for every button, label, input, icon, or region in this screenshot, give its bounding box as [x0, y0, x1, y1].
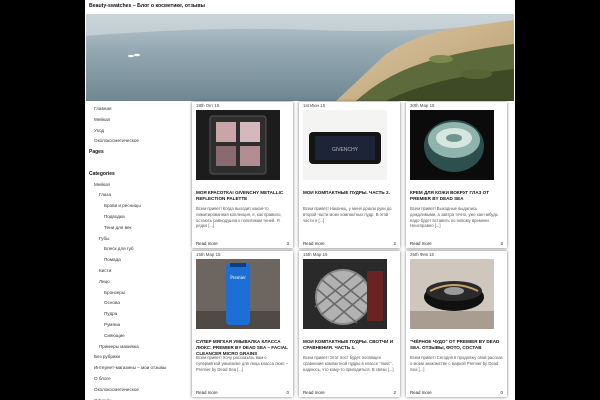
sidebar-link[interactable]: Офлайн: [89, 396, 189, 400]
sidebar-link[interactable]: Без рубрики: [89, 352, 189, 363]
comment-count: 0: [286, 390, 289, 395]
sidebar-link[interactable]: Околокосметическое: [89, 385, 189, 396]
sidebar-heading: Pages: [89, 149, 104, 156]
post-excerpt: Всем привет! Наконец, у меня дошли руки …: [303, 206, 392, 223]
post-excerpt: Всем привет! Этот пост будет посвящен ср…: [303, 355, 394, 372]
read-more-link[interactable]: Read more: [303, 390, 325, 395]
svg-text:Premier: Premier: [230, 276, 246, 281]
sidebar-link[interactable]: Основа: [89, 298, 189, 309]
sidebar-link[interactable]: Румяна: [89, 320, 189, 331]
post-card: 18th Окт 15 Моя красотка! Givenchy Metall…: [192, 102, 293, 248]
sidebar-link[interactable]: [89, 158, 189, 169]
sidebar-link[interactable]: Мейкап: [89, 115, 189, 126]
comment-count: 2: [393, 241, 396, 246]
page: Beauty-swatches – Блог о косметике, отзы…: [85, 0, 515, 400]
post-card: 15th Мар 15 Premier Супер мягкая умывалка …: [192, 251, 293, 397]
post-date: 30th Мар 15: [410, 103, 435, 108]
post-thumbnail-image[interactable]: Premier: [196, 259, 280, 329]
sidebar-link[interactable]: Околокосметическое: [89, 136, 189, 147]
post-excerpt: Всем привет! Хочу рассказать вам о супер…: [196, 355, 289, 372]
read-more-link[interactable]: Read more: [196, 241, 218, 246]
post-thumbnail-image[interactable]: [410, 259, 494, 329]
header-banner-image: [86, 14, 514, 101]
comment-count: 2: [393, 390, 396, 395]
sidebar-link[interactable]: Лицо: [89, 277, 189, 288]
comment-count: 3: [500, 241, 503, 246]
post-excerpt: Всем привет! Сегодня в продолжу свой рас…: [410, 355, 503, 372]
sidebar-link[interactable]: О блоге: [89, 374, 189, 385]
post-title-link[interactable]: Мои компактные пудры. Свотчи и сравнения…: [303, 339, 397, 351]
sidebar-link[interactable]: Подводка: [89, 212, 189, 223]
post-thumbnail-image[interactable]: GIVENCHY: [303, 110, 387, 180]
sidebar-heading: Categories: [89, 170, 115, 177]
sidebar-link[interactable]: Мейкап: [89, 180, 189, 191]
svg-text:GIVENCHY: GIVENCHY: [332, 147, 359, 153]
sidebar-link[interactable]: Сияющие: [89, 331, 189, 342]
sidebar-link[interactable]: Бронзеры: [89, 288, 189, 299]
sidebar-link[interactable]: Примеры макияжа: [89, 342, 189, 353]
sidebar-link[interactable]: Губы: [89, 234, 189, 245]
post-title-link[interactable]: Моя красотка! Givenchy Metallic Reflecti…: [196, 190, 290, 202]
post-card: 25th Фев 15 "Чёрное чудо" от Premier by D…: [406, 251, 507, 397]
post-excerpt: Всем привет! Выходные выдались дождливым…: [410, 206, 498, 229]
post-date: 15th Мар 15: [303, 252, 328, 257]
sidebar-link[interactable]: Пудра: [89, 309, 189, 320]
sidebar-link[interactable]: Блеск для губ: [89, 244, 189, 255]
comment-count: 0: [500, 390, 503, 395]
read-more-link[interactable]: Read more: [196, 390, 218, 395]
sidebar-link[interactable]: Уход: [89, 126, 189, 137]
sidebar-link[interactable]: Брови и ресницы: [89, 201, 189, 212]
sidebar-link[interactable]: Тени для век: [89, 223, 189, 234]
post-date: 15th Мар 15: [196, 252, 221, 257]
post-card: 15th Мар 15 Мои компактные пудры. Свотчи …: [299, 251, 400, 397]
post-date: 1st Июн 15: [303, 103, 326, 108]
read-more-link[interactable]: Read more: [410, 390, 432, 395]
sidebar-link[interactable]: Интернет-магазины – мои отзывы: [89, 363, 189, 374]
post-date: 18th Окт 15: [196, 103, 220, 108]
post-card: 1st Июн 15 GIVENCHY Мои компактные пудры. …: [299, 102, 400, 248]
post-title-link[interactable]: Крем для кожи вокруг глаз от Premier by …: [410, 190, 504, 202]
post-excerpt: Всем привет! Когда выходит какая-то лими…: [196, 206, 282, 229]
sidebar-link[interactable]: Глаза: [89, 190, 189, 201]
post-card: 30th Мар 15 Крем для кожи вокруг глаз от …: [406, 102, 507, 248]
sidebar-link[interactable]: Кисти: [89, 266, 189, 277]
comment-count: 3: [286, 241, 289, 246]
post-thumbnail-image[interactable]: [410, 110, 494, 180]
post-date: 25th Фев 15: [410, 252, 434, 257]
read-more-link[interactable]: Read more: [410, 241, 432, 246]
site-title-link[interactable]: Beauty-swatches – Блог о косметике, отзы…: [89, 3, 205, 9]
sidebar-link[interactable]: Помада: [89, 255, 189, 266]
post-title-link[interactable]: "Чёрное чудо" от Premier by Dead Sea. От…: [410, 339, 504, 351]
read-more-link[interactable]: Read more: [303, 241, 325, 246]
sidebar-navigation: Главная Мейкап Уход Околокосметическое Pages…: [89, 104, 189, 400]
post-title-link[interactable]: Мои компактные пудры. Часть 2.: [303, 190, 397, 196]
post-thumbnail-image[interactable]: [303, 259, 387, 329]
post-thumbnail-image[interactable]: [196, 110, 280, 180]
sidebar-link[interactable]: Главная: [89, 104, 189, 115]
